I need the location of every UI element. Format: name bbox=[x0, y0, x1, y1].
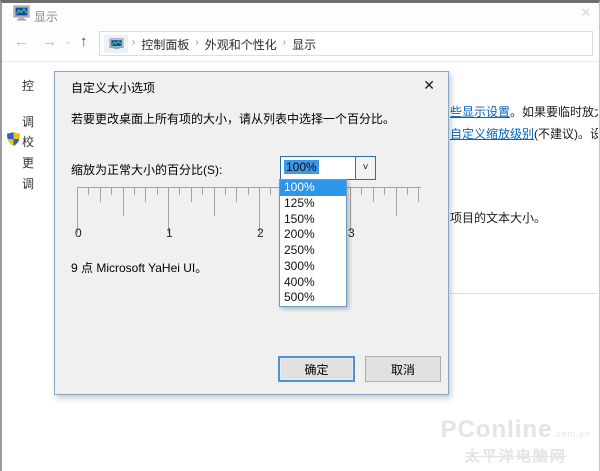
uac-shield-icon bbox=[7, 132, 20, 146]
back-icon[interactable]: ← bbox=[14, 33, 29, 50]
pconline-watermark: PConline.com.cn 太平洋电脑网 bbox=[440, 419, 591, 466]
window-title: 显示 bbox=[34, 8, 58, 25]
sidebar-item-fragment[interactable]: 调 bbox=[22, 113, 52, 130]
dropdown-option[interactable]: 125% bbox=[280, 196, 346, 212]
dropdown-option[interactable]: 250% bbox=[280, 243, 346, 259]
sidebar-item-fragment[interactable]: 更 bbox=[22, 154, 52, 171]
ruler-tick bbox=[88, 188, 89, 195]
breadcrumb-control-panel[interactable]: 控制面板 bbox=[135, 36, 195, 53]
scale-percentage-label: 缩放为正常大小的百分比(S): bbox=[71, 161, 222, 178]
dropdown-option[interactable]: 100% bbox=[280, 180, 346, 196]
ruler-tick bbox=[396, 188, 397, 216]
ruler-inch-label: 3 bbox=[348, 226, 362, 240]
forward-icon[interactable]: → bbox=[42, 33, 57, 50]
custom-sizing-dialog: 自定义大小选项 ✕ 若要更改桌面上所有项的大小，请从列表中选择一个百分比。 缩放… bbox=[54, 71, 449, 395]
cancel-button[interactable]: 取消 bbox=[365, 356, 441, 382]
scale-percentage-dropdown-list: 100%125%150%200%250%300%400%500% bbox=[279, 179, 347, 307]
navigation-bar: ← → ⌄ ↑ › 控制面板 › 外观和个性化 › 显示 bbox=[2, 27, 599, 62]
ruler-tick bbox=[202, 188, 203, 195]
ruler-tick bbox=[123, 188, 124, 216]
dialog-close-icon[interactable]: ✕ bbox=[423, 77, 435, 94]
ruler-tick bbox=[157, 188, 158, 195]
chevron-down-icon: ˅ bbox=[363, 162, 369, 173]
ruler-tick bbox=[214, 188, 215, 216]
body-text-fragment: 自定义缩放级别(不建议)。设置 bbox=[450, 125, 598, 142]
ruler-tick bbox=[248, 188, 249, 195]
ruler-tick bbox=[191, 188, 192, 202]
body-text-fragment: 项目的文本大小。 bbox=[450, 209, 598, 226]
custom-scaling-link[interactable]: 自定义缩放级别 bbox=[450, 127, 534, 141]
title-bar: 显示 ✕ bbox=[2, 3, 599, 27]
ruler-inch-label: 1 bbox=[166, 226, 180, 240]
window-close-icon[interactable]: ✕ bbox=[580, 5, 591, 21]
body-text: (不建议)。设置 bbox=[534, 127, 598, 141]
ruler-tick bbox=[384, 188, 385, 195]
display-settings-link[interactable]: 些显示设置 bbox=[450, 105, 510, 119]
sidebar-item-fragment[interactable]: 校 bbox=[22, 133, 52, 150]
ruler-inch-label: 0 bbox=[75, 226, 89, 240]
dropdown-option[interactable]: 200% bbox=[280, 227, 346, 243]
ruler-tick bbox=[236, 188, 237, 202]
dialog-title: 自定义大小选项 bbox=[71, 79, 155, 96]
ruler-tick bbox=[270, 188, 271, 195]
combobox-value-field[interactable]: 100% bbox=[281, 157, 355, 179]
combobox-selected-text: 100% bbox=[284, 160, 319, 174]
dialog-description: 若要更改桌面上所有项的大小，请从列表中选择一个百分比。 bbox=[71, 110, 395, 127]
ruler-tick bbox=[225, 188, 226, 195]
scale-percentage-combobox[interactable]: 100% ˅ bbox=[280, 156, 376, 180]
display-window: 显示 ✕ ← → ⌄ ↑ › 控制面板 › 外观和个性化 › 显示 bbox=[0, 0, 600, 471]
ruler-tick bbox=[373, 188, 374, 202]
watermark-suffix: .com.cn bbox=[552, 429, 591, 439]
font-sample-note: 9 点 Microsoft YaHei UI。 bbox=[71, 259, 207, 276]
breadcrumb-display-icon bbox=[104, 35, 128, 53]
display-icon bbox=[13, 5, 30, 22]
history-chevron-icon[interactable]: ⌄ bbox=[64, 36, 72, 47]
ok-button[interactable]: 确定 bbox=[278, 356, 355, 382]
ruler-tick bbox=[134, 188, 135, 195]
ruler-baseline bbox=[77, 187, 421, 188]
ruler-tick bbox=[361, 188, 362, 195]
dropdown-option[interactable]: 300% bbox=[280, 259, 346, 275]
ruler-tick bbox=[111, 188, 112, 195]
section-divider bbox=[450, 293, 598, 294]
sidebar-item-fragment[interactable]: 调 bbox=[22, 175, 52, 192]
address-bar[interactable]: › 控制面板 › 外观和个性化 › 显示 bbox=[99, 31, 593, 56]
body-text: 。如果要临时放大 bbox=[510, 105, 598, 119]
sidebar-item-fragment[interactable]: 控 bbox=[22, 77, 52, 94]
watermark-brand: PConline bbox=[440, 416, 552, 443]
watermark-subtitle: 太平洋电脑网 bbox=[440, 445, 591, 466]
ruler-tick bbox=[407, 188, 408, 195]
ruler-tick bbox=[179, 188, 180, 195]
body-text-fragment: 些显示设置。如果要临时放大 bbox=[450, 103, 598, 120]
breadcrumb-appearance[interactable]: 外观和个性化 bbox=[199, 36, 283, 53]
breadcrumb: › 控制面板 › 外观和个性化 › 显示 bbox=[132, 36, 322, 53]
combobox-dropdown-button[interactable]: ˅ bbox=[355, 157, 375, 179]
dropdown-option[interactable]: 500% bbox=[280, 290, 346, 306]
dropdown-option[interactable]: 150% bbox=[280, 212, 346, 228]
dpi-ruler: 0 1 2 3 bbox=[77, 187, 423, 249]
breadcrumb-display[interactable]: 显示 bbox=[286, 36, 322, 53]
ruler-tick bbox=[418, 188, 419, 202]
ruler-tick bbox=[145, 188, 146, 202]
ruler-inch-label: 2 bbox=[257, 226, 271, 240]
up-icon[interactable]: ↑ bbox=[80, 33, 88, 50]
ruler-tick bbox=[100, 188, 101, 202]
dropdown-option[interactable]: 400% bbox=[280, 275, 346, 291]
